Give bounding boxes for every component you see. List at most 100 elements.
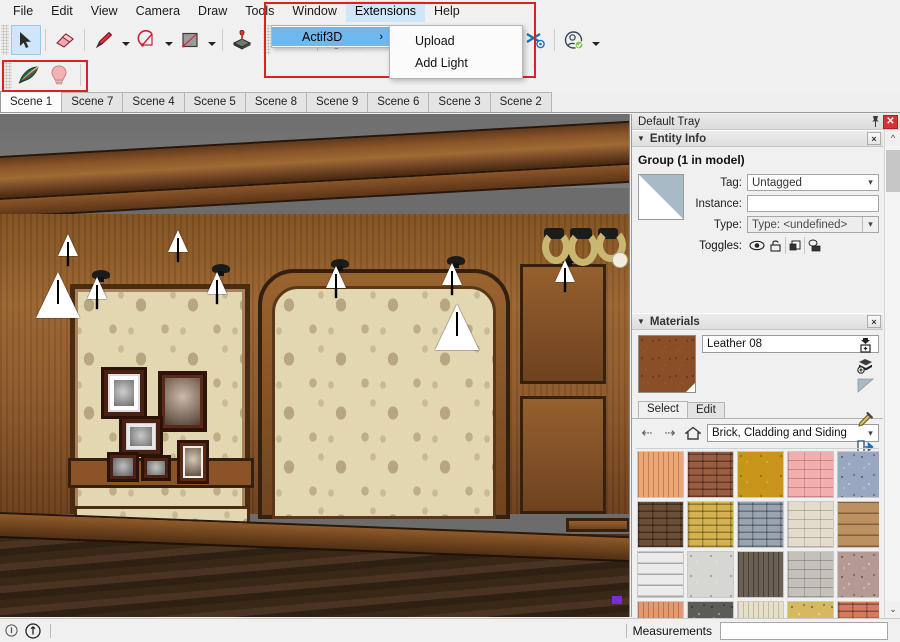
scene-tab-6[interactable]: Scene 6: [367, 92, 430, 112]
type-select[interactable]: Type: <undefined> ▾: [747, 216, 879, 233]
select-tool-button[interactable]: [11, 25, 41, 55]
arrow-left-icon[interactable]: ⇠: [638, 424, 656, 442]
feather-leaf-icon: [17, 64, 41, 86]
account-dropdown[interactable]: [589, 25, 602, 55]
user-check-icon: [563, 30, 585, 50]
scene-tab-8[interactable]: Scene 8: [244, 92, 308, 112]
menu-file[interactable]: File: [4, 1, 42, 22]
home-icon[interactable]: [684, 424, 702, 442]
instance-input[interactable]: [747, 195, 879, 212]
rectangle-tool-button[interactable]: [175, 25, 205, 55]
light-cone-9: [435, 304, 479, 350]
model-viewport[interactable]: [0, 114, 630, 617]
close-icon[interactable]: ✕: [883, 114, 898, 129]
pencil-icon: [93, 30, 115, 50]
line-tool-dropdown[interactable]: [119, 25, 132, 55]
material-stack-icon[interactable]: [853, 355, 877, 375]
menu-item-upload[interactable]: Upload: [390, 30, 522, 52]
material-swatch-brick-dark-brown[interactable]: [637, 501, 684, 548]
picture-frame-1: [101, 367, 147, 419]
collapse-caret-icon: ▼: [637, 317, 645, 326]
scene-tab-9[interactable]: Scene 9: [306, 92, 369, 112]
material-swatch-brick-rough-red[interactable]: [687, 451, 734, 498]
pushpull-tool-button[interactable]: [227, 25, 257, 55]
picture-frame-4: [107, 452, 139, 482]
eraser-tool-button[interactable]: [50, 25, 80, 55]
status-bar: Measurements: [0, 618, 900, 642]
toolbar-grip-2[interactable]: [263, 25, 271, 55]
arc-tool-dropdown[interactable]: [162, 25, 175, 55]
measurements-input[interactable]: [720, 621, 888, 640]
material-swatch-siding-wood-tan[interactable]: [837, 501, 879, 548]
eyedropper-icon[interactable]: [853, 409, 877, 429]
light-cone-1: [58, 234, 78, 266]
cast-shadow-icon[interactable]: [804, 237, 823, 254]
materials-close-button[interactable]: ×: [867, 315, 881, 328]
menu-camera[interactable]: Camera: [127, 1, 189, 22]
unlocked-padlock-icon[interactable]: [766, 237, 785, 254]
extension-gear-icon: [524, 30, 546, 50]
material-swatch-brick-pink[interactable]: [787, 451, 834, 498]
menu-help[interactable]: Help: [425, 1, 469, 22]
menu-view[interactable]: View: [82, 1, 127, 22]
tray-scrollbar[interactable]: ^ ⌄: [884, 130, 900, 617]
light-cone-6: [326, 266, 346, 298]
receive-shadow-icon[interactable]: [785, 237, 804, 254]
menu-bar: File Edit View Camera Draw Tools Window …: [0, 0, 900, 22]
scroll-up-icon[interactable]: ^: [885, 130, 900, 146]
scene-tab-1[interactable]: Scene 1: [0, 91, 63, 112]
tab-select[interactable]: Select: [638, 401, 688, 418]
actif3d-upload-button[interactable]: [14, 60, 44, 90]
menu-tools[interactable]: Tools: [236, 1, 283, 22]
scene-tab-2[interactable]: Scene 2: [489, 92, 552, 112]
material-swatch-block-grey[interactable]: [787, 551, 834, 598]
menu-draw[interactable]: Draw: [189, 1, 236, 22]
account-button[interactable]: [559, 25, 589, 55]
scroll-down-icon[interactable]: ⌄: [885, 601, 900, 617]
menu-item-actif3d[interactable]: Actif3D ›: [272, 27, 390, 46]
extension-manager-button[interactable]: [520, 25, 550, 55]
menu-item-add-light[interactable]: Add Light: [390, 52, 522, 74]
material-swatch-siding-white[interactable]: [637, 551, 684, 598]
material-swatch-brick-gold[interactable]: [737, 451, 784, 498]
create-material-icon[interactable]: [853, 335, 877, 355]
scene-tab-5[interactable]: Scene 5: [183, 92, 246, 112]
scene-tab-7[interactable]: Scene 7: [61, 92, 124, 112]
tag-select[interactable]: Untagged ▾: [747, 174, 879, 191]
material-swatch-siding-orange[interactable]: [637, 451, 684, 498]
scene-tab-4[interactable]: Scene 4: [122, 92, 185, 112]
secondary-selection-icon[interactable]: [853, 375, 877, 395]
toolbar-grip[interactable]: [1, 25, 9, 55]
menu-extensions[interactable]: Extensions: [345, 0, 426, 22]
entity-info-header[interactable]: ▼ Entity Info ×: [632, 130, 883, 147]
material-swatch-wood-dark-vertical[interactable]: [737, 551, 784, 598]
toolbar-divider: [45, 29, 46, 51]
material-swatch-brick-yellow[interactable]: [687, 501, 734, 548]
pin-icon[interactable]: [868, 115, 883, 129]
arc-tool-button[interactable]: [132, 25, 162, 55]
material-swatch-stucco-light-grey[interactable]: [687, 551, 734, 598]
type-label: Type:: [713, 218, 742, 231]
eye-icon[interactable]: [747, 237, 766, 254]
arrow-right-icon[interactable]: ⇢: [661, 424, 679, 442]
material-swatch-stone-blue-grey[interactable]: [837, 451, 879, 498]
material-swatch-brick-grey-blue[interactable]: [737, 501, 784, 548]
menu-edit[interactable]: Edit: [42, 1, 82, 22]
entity-info-close-button[interactable]: ×: [867, 132, 881, 145]
scrollbar-thumb[interactable]: [886, 150, 900, 192]
tab-edit[interactable]: Edit: [686, 402, 725, 418]
menu-window[interactable]: Window: [283, 1, 345, 22]
scene-tab-3[interactable]: Scene 3: [428, 92, 491, 112]
material-swatch-block-cream[interactable]: [787, 501, 834, 548]
line-tool-button[interactable]: [89, 25, 119, 55]
current-material-swatch[interactable]: [638, 335, 696, 393]
measurements-label: Measurements: [632, 623, 712, 638]
materials-title: Materials: [649, 315, 700, 328]
actif3d-toolbar-grip[interactable]: [4, 60, 12, 90]
material-swatch-stone-mixed-rose[interactable]: [837, 551, 879, 598]
materials-header[interactable]: ▼ Materials ×: [632, 313, 883, 330]
info-circle-small-icon[interactable]: [0, 620, 22, 642]
actif3d-add-light-button[interactable]: [44, 60, 74, 90]
rectangle-tool-dropdown[interactable]: [205, 25, 218, 55]
info-circle-icon[interactable]: [22, 620, 44, 642]
